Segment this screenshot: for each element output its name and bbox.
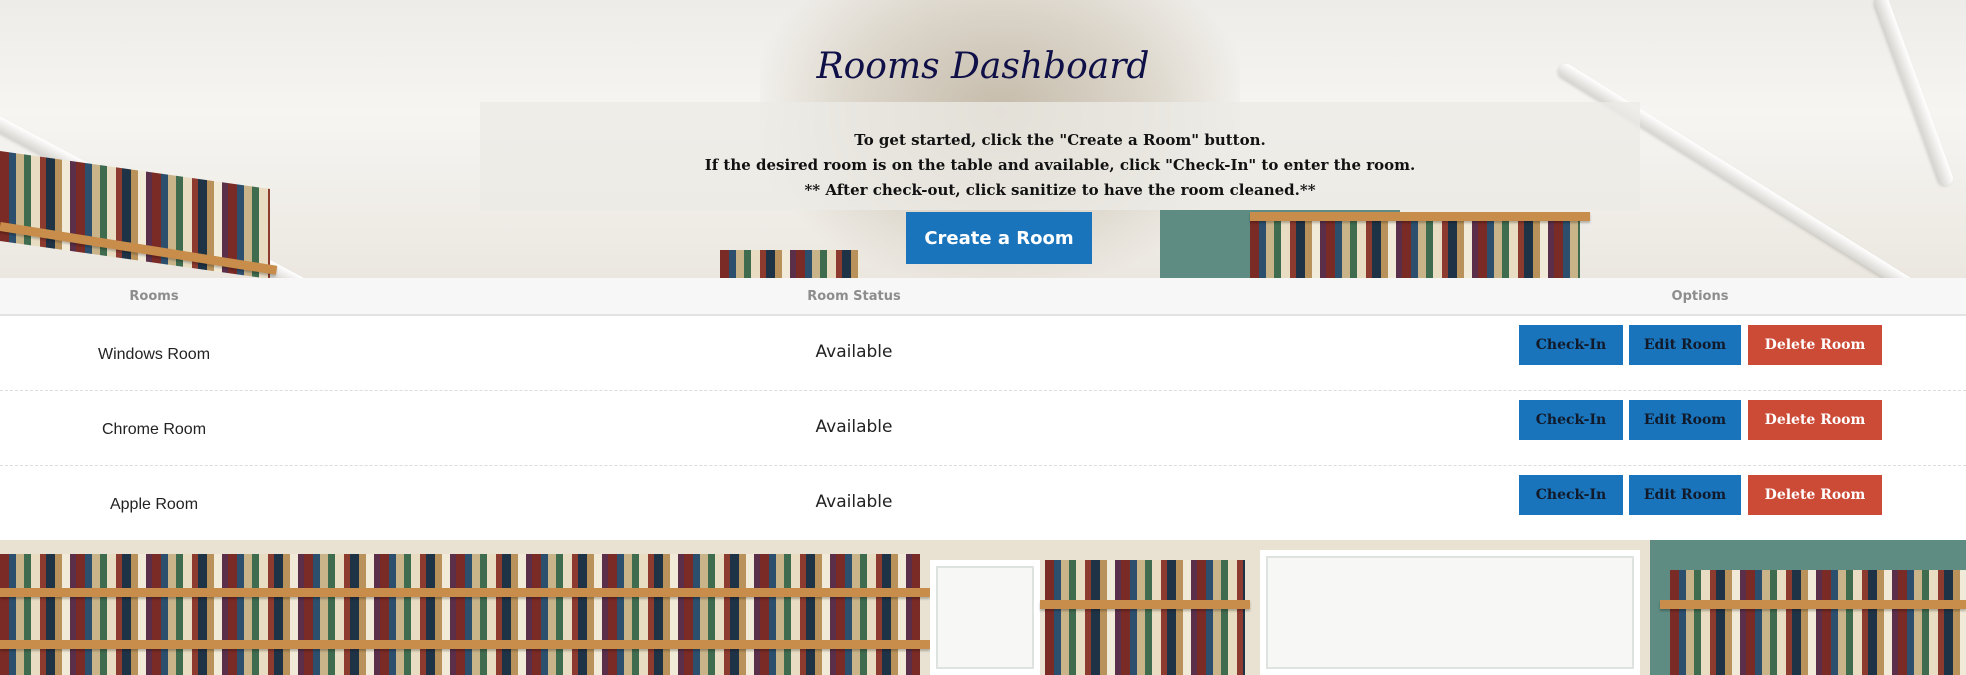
- column-header-rooms: Rooms: [129, 289, 179, 304]
- check-in-button[interactable]: Check-In: [1519, 400, 1623, 440]
- edit-room-button[interactable]: Edit Room: [1629, 325, 1741, 365]
- instructions-panel: To get started, click the "Create a Room…: [480, 102, 1640, 210]
- bookshelf: [0, 554, 920, 675]
- check-in-button[interactable]: Check-In: [1519, 475, 1623, 515]
- rooms-table: Rooms Room Status Options Windows Room A…: [0, 278, 1966, 540]
- dashboard-header: Rooms Dashboard To get started, click th…: [0, 0, 1966, 278]
- window: [1260, 550, 1640, 675]
- shelf-plank: [0, 588, 930, 597]
- create-room-button[interactable]: Create a Room: [906, 212, 1092, 264]
- shelf-plank: [1040, 600, 1250, 609]
- column-header-room-status: Room Status: [807, 289, 901, 304]
- room-name: Windows Room: [97, 346, 211, 363]
- delete-room-button[interactable]: Delete Room: [1748, 325, 1882, 365]
- room-status: Available: [815, 417, 893, 437]
- table-row: Windows Room Available Check-In Edit Roo…: [0, 316, 1966, 391]
- delete-room-button[interactable]: Delete Room: [1748, 475, 1882, 515]
- instruction-line: ** After check-out, click sanitize to ha…: [804, 181, 1316, 199]
- page-title: Rooms Dashboard: [816, 46, 1150, 87]
- column-header-options: Options: [1671, 289, 1729, 304]
- shelf-plank: [1660, 600, 1966, 609]
- table-header: Rooms Room Status Options: [0, 278, 1966, 316]
- shelf-plank: [0, 640, 930, 649]
- table-row: Apple Room Available Check-In Edit Room …: [0, 466, 1966, 541]
- bookshelf: [1670, 570, 1966, 675]
- bookshelf: [1045, 560, 1245, 675]
- edit-room-button[interactable]: Edit Room: [1629, 400, 1741, 440]
- window: [930, 560, 1040, 675]
- table-row: Chrome Room Available Check-In Edit Room…: [0, 391, 1966, 466]
- edit-room-button[interactable]: Edit Room: [1629, 475, 1741, 515]
- delete-room-button[interactable]: Delete Room: [1748, 400, 1882, 440]
- instruction-line: To get started, click the "Create a Room…: [854, 131, 1266, 149]
- check-in-button[interactable]: Check-In: [1519, 325, 1623, 365]
- background-shelves-bottom: [0, 540, 1966, 675]
- room-status: Available: [815, 492, 893, 512]
- room-name: Apple Room: [109, 496, 199, 513]
- instruction-line: If the desired room is on the table and …: [704, 156, 1416, 174]
- room-name: Chrome Room: [101, 421, 207, 438]
- room-status: Available: [815, 342, 893, 362]
